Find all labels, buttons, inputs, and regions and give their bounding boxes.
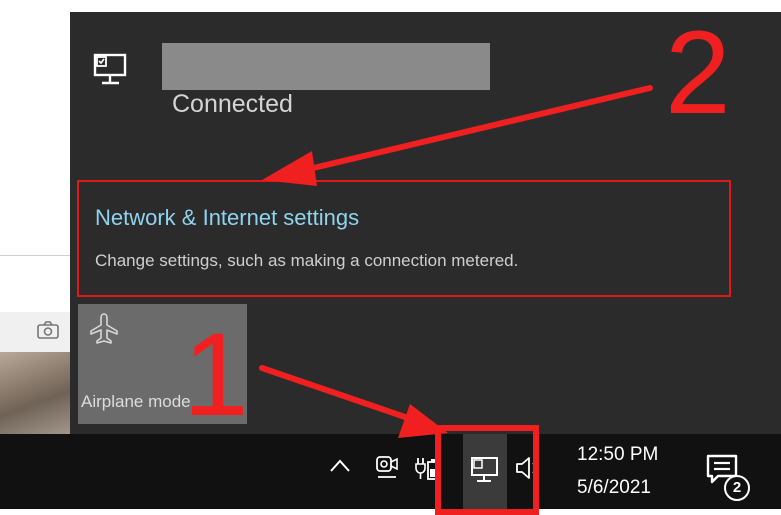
- annotation-number-1: 1: [183, 309, 249, 441]
- annotation-arrow-1: [259, 365, 448, 438]
- annotation-number-2: 2: [665, 7, 731, 139]
